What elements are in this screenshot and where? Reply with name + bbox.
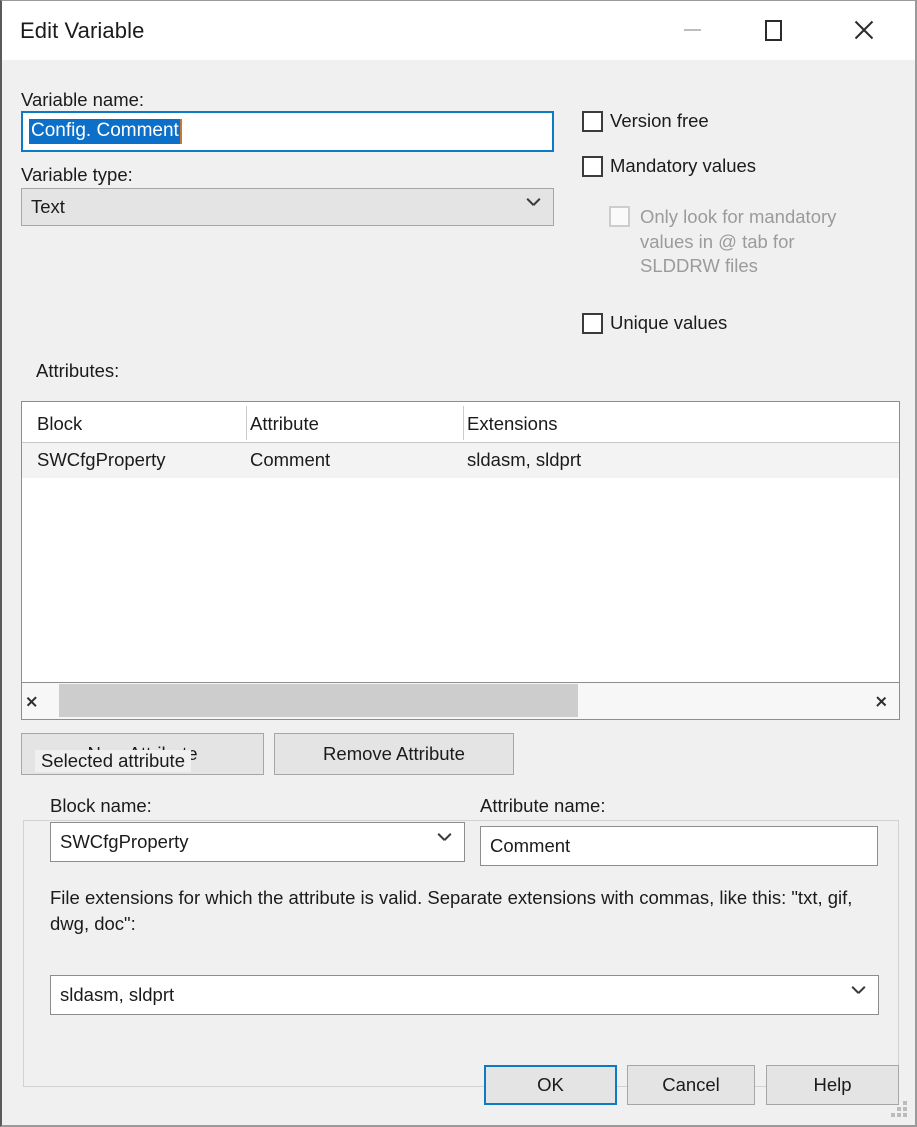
column-header-attribute[interactable]: Attribute (250, 413, 319, 435)
maximize-icon (765, 19, 782, 41)
extensions-value: sldasm, sldprt (60, 984, 175, 1005)
minimize-icon (684, 29, 701, 31)
block-name-value: SWCfgProperty (60, 831, 189, 852)
maximize-button[interactable] (742, 1, 805, 59)
cancel-button[interactable]: Cancel (627, 1065, 755, 1105)
window-title: Edit Variable (20, 18, 145, 43)
extensions-select[interactable]: sldasm, sldprt (50, 975, 879, 1015)
checkbox-icon (582, 156, 603, 177)
column-header-block[interactable]: Block (37, 413, 82, 435)
block-name-label: Block name: (50, 795, 152, 816)
dialog-body: Variable name: Config. Comment Variable … (2, 60, 915, 1125)
variable-type-value: Text (31, 196, 65, 217)
attributes-label: Attributes: (36, 360, 120, 381)
close-icon (852, 18, 876, 42)
remove-attribute-button[interactable]: Remove Attribute (274, 733, 514, 775)
title-bar[interactable]: Edit Variable (2, 1, 915, 61)
scrollbar-thumb[interactable] (59, 684, 578, 717)
attribute-name-value: Comment (490, 835, 571, 856)
variable-name-value: Config. Comment (29, 119, 180, 144)
chevron-left-icon (33, 692, 47, 710)
checkbox-version-free[interactable]: Version free (582, 110, 709, 132)
cell-block: SWCfgProperty (37, 449, 166, 470)
checkbox-only-look-mandatory: Only look for mandatory values in @ tab … (609, 205, 872, 279)
ok-button[interactable]: OK (484, 1065, 617, 1105)
checkbox-label: Mandatory values (610, 155, 757, 176)
table-header-row: Block Attribute Extensions (22, 402, 899, 443)
selected-attribute-title: Selected attribute (35, 750, 191, 772)
column-divider[interactable] (463, 406, 464, 440)
variable-name-label: Variable name: (21, 89, 145, 110)
edit-variable-dialog: Edit Variable Variable name: Config. Com… (0, 0, 917, 1127)
variable-type-label: Variable type: (21, 164, 133, 185)
variable-name-input[interactable]: Config. Comment (21, 111, 554, 152)
close-button[interactable] (832, 1, 895, 59)
checkbox-icon (609, 206, 630, 227)
block-name-select[interactable]: SWCfgProperty (50, 822, 465, 862)
chevron-down-icon (526, 199, 539, 212)
text-caret (179, 119, 182, 144)
horizontal-scrollbar[interactable] (21, 683, 900, 720)
checkbox-unique-values[interactable]: Unique values (582, 312, 727, 334)
column-divider[interactable] (246, 406, 247, 440)
column-header-extensions[interactable]: Extensions (467, 413, 558, 435)
cell-extensions: sldasm, sldprt (467, 449, 582, 470)
resize-grip[interactable] (891, 1101, 909, 1119)
scroll-right-button[interactable] (863, 683, 899, 718)
checkbox-label: Only look for mandatory values in @ tab … (640, 206, 837, 277)
chevron-down-icon (851, 987, 864, 1000)
table-row[interactable]: SWCfgProperty Comment sldasm, sldprt (22, 443, 899, 478)
attributes-table[interactable]: Block Attribute Extensions SWCfgProperty… (21, 401, 900, 683)
checkbox-icon (582, 111, 603, 132)
checkbox-label: Version free (610, 110, 709, 131)
checkbox-mandatory-values[interactable]: Mandatory values (582, 155, 756, 177)
chevron-right-icon (874, 692, 888, 710)
attribute-name-input[interactable]: Comment (480, 826, 878, 866)
attribute-name-label: Attribute name: (480, 795, 606, 816)
help-button[interactable]: Help (766, 1065, 899, 1105)
extensions-help-text: File extensions for which the attribute … (50, 887, 853, 935)
minimize-button[interactable] (661, 1, 724, 59)
chevron-down-icon (437, 834, 450, 847)
checkbox-label: Unique values (610, 312, 728, 333)
scroll-left-button[interactable] (22, 683, 58, 718)
cell-attribute: Comment (250, 449, 331, 470)
checkbox-icon (582, 313, 603, 334)
variable-type-select[interactable]: Text (21, 188, 554, 226)
